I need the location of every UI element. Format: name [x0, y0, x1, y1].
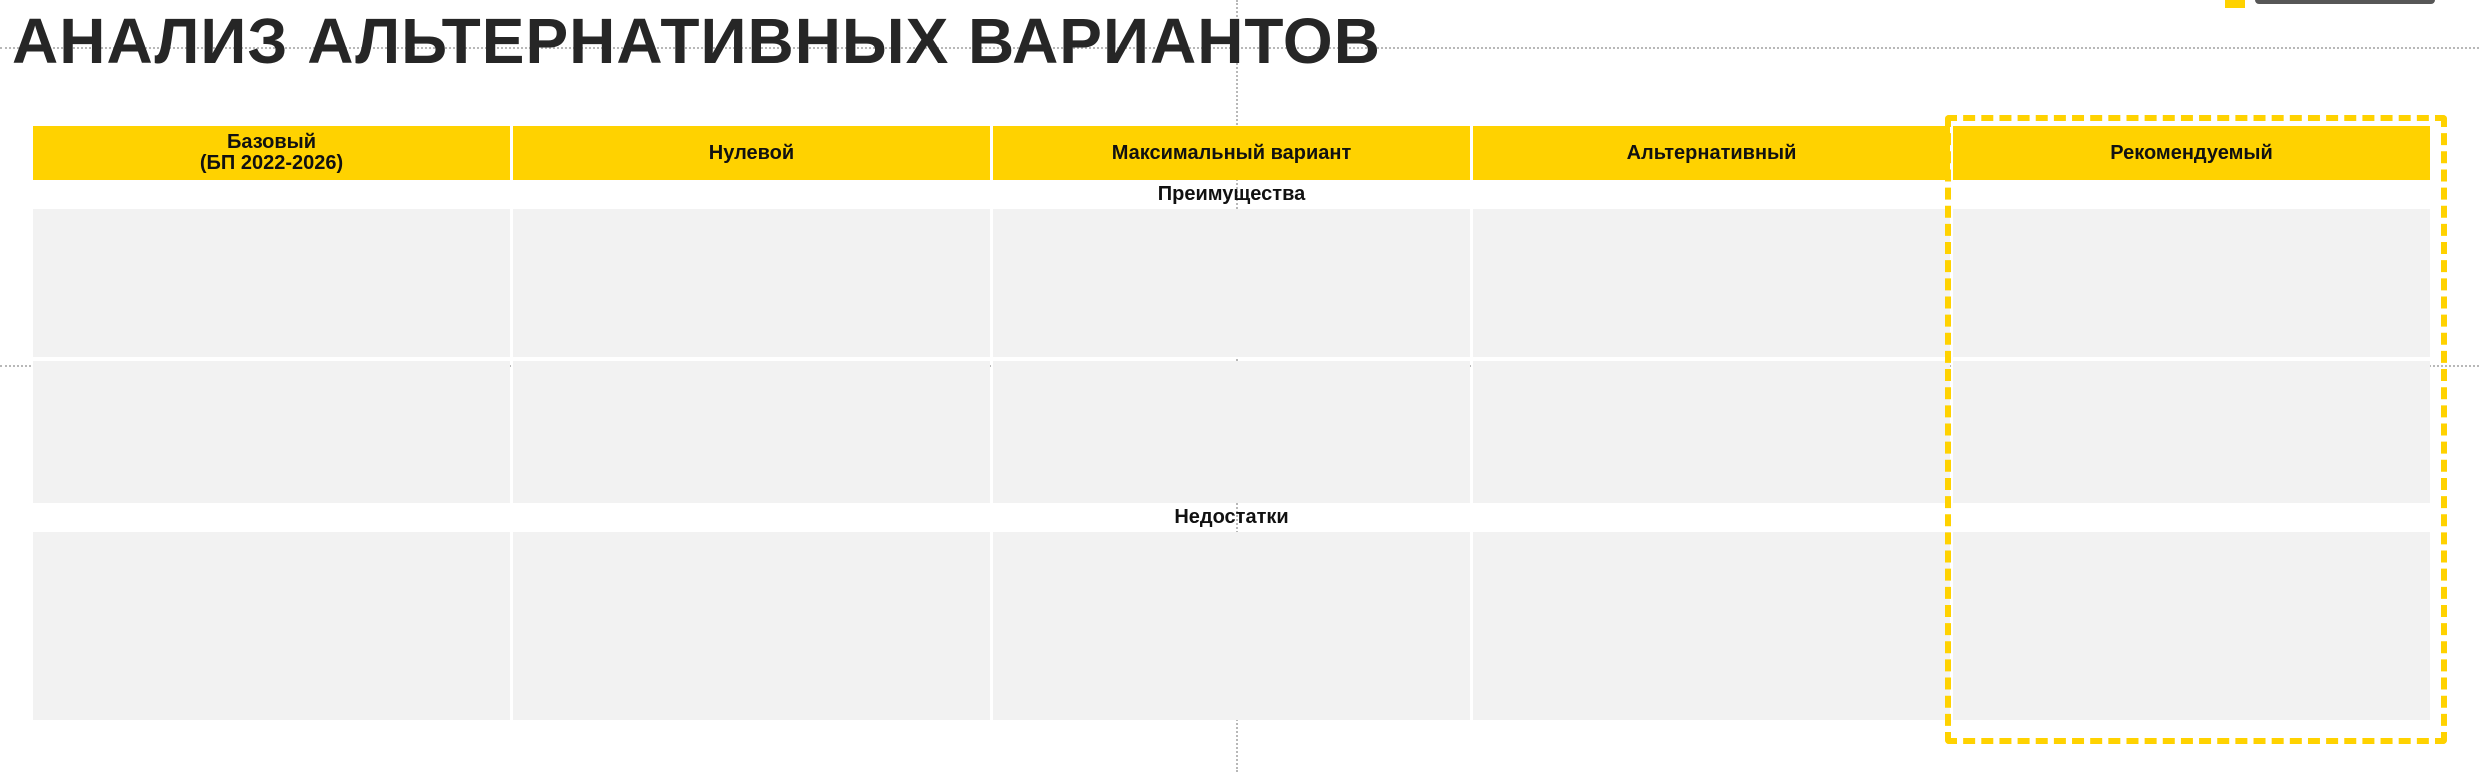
- column-header-alternative: Альтернативный: [1473, 126, 1950, 180]
- company-logo: [2225, 0, 2440, 8]
- header-sublabel: (БП 2022-2026): [199, 152, 344, 174]
- table-cell: [1473, 532, 1950, 720]
- table-cell: [33, 532, 510, 720]
- table-cell: [1473, 209, 1950, 357]
- table-cell: [993, 209, 1470, 357]
- page-title: АНАЛИЗ АЛЬТЕРНАТИВНЫХ ВАРИАНТОВ: [12, 5, 1381, 77]
- table-cell: [513, 361, 990, 503]
- recommended-highlight-frame: [1945, 115, 2447, 744]
- table-cell: [513, 532, 990, 720]
- table-cell: [993, 361, 1470, 503]
- table-cell: [33, 361, 510, 503]
- header-label: Базовый: [226, 131, 317, 153]
- column-header-base: Базовый (БП 2022-2026): [33, 126, 510, 180]
- table-cell: [1473, 361, 1950, 503]
- table-cell: [33, 209, 510, 357]
- column-header-zero: Нулевой: [513, 126, 990, 180]
- table-cell: [513, 209, 990, 357]
- column-header-maximum: Максимальный вариант: [993, 126, 1470, 180]
- table-cell: [993, 532, 1470, 720]
